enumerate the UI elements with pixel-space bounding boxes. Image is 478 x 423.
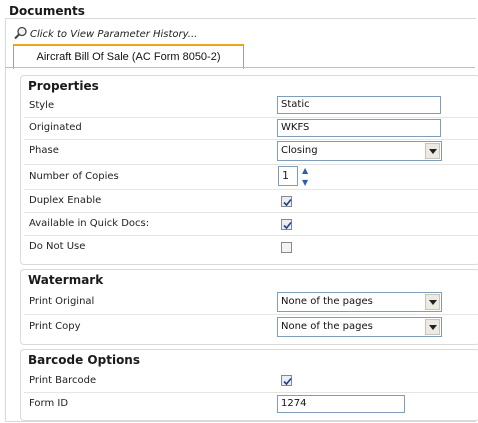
chevron-down-icon[interactable] (425, 294, 440, 310)
print-copy-label: Print Copy (29, 321, 81, 332)
print-original-select[interactable]: None of the pages (277, 292, 442, 312)
print-barcode-checkbox[interactable] (281, 375, 292, 386)
form-id-field[interactable]: 1274 (277, 395, 405, 413)
properties-title: Properties (28, 79, 99, 93)
tab-aircraft-bill-of-sale[interactable]: Aircraft Bill Of Sale (AC Form 8050-2) (13, 44, 244, 69)
row-divider (24, 212, 478, 213)
parameter-history-label: Click to View Parameter History... (30, 29, 198, 40)
originated-label: Originated (29, 122, 82, 133)
copies-label: Number of Copies (29, 171, 119, 182)
print-original-value: None of the pages (281, 296, 373, 307)
row-divider (24, 139, 478, 140)
duplex-checkbox[interactable] (281, 196, 292, 207)
quickdocs-checkbox[interactable] (281, 219, 292, 230)
barcode-title: Barcode Options (28, 353, 140, 367)
row-divider (24, 314, 478, 315)
row-divider (24, 392, 478, 393)
quickdocs-label: Available in Quick Docs: (29, 218, 150, 229)
row-divider (24, 189, 478, 190)
print-original-label: Print Original (29, 296, 95, 307)
phase-select[interactable]: Closing (277, 141, 442, 161)
stepper-up-icon[interactable]: ▲ (302, 165, 308, 176)
phase-select-value: Closing (281, 145, 318, 156)
copies-stepper[interactable]: 1 (278, 166, 298, 186)
print-copy-value: None of the pages (281, 321, 373, 332)
watermark-title: Watermark (28, 273, 104, 287)
form-id-label: Form ID (29, 398, 69, 409)
parameter-history-link[interactable]: Click to View Parameter History... (14, 26, 197, 43)
chevron-down-icon[interactable] (425, 143, 440, 159)
style-field[interactable]: Static (277, 96, 441, 114)
tab-divider (5, 67, 475, 68)
duplex-label: Duplex Enable (29, 195, 102, 206)
row-divider (24, 235, 478, 236)
originated-field[interactable]: WKFS (277, 119, 441, 137)
magnifier-icon (14, 26, 30, 43)
print-copy-select[interactable]: None of the pages (277, 317, 442, 337)
print-barcode-label: Print Barcode (29, 375, 97, 386)
row-divider (24, 164, 478, 165)
phase-label: Phase (29, 145, 59, 156)
chevron-down-icon[interactable] (425, 319, 440, 335)
donotuse-label: Do Not Use (29, 241, 86, 252)
style-label: Style (29, 100, 55, 111)
donotuse-checkbox[interactable] (281, 242, 292, 253)
row-divider (24, 117, 478, 118)
page-title: Documents (9, 4, 85, 18)
stepper-down-icon[interactable]: ▼ (302, 177, 308, 188)
